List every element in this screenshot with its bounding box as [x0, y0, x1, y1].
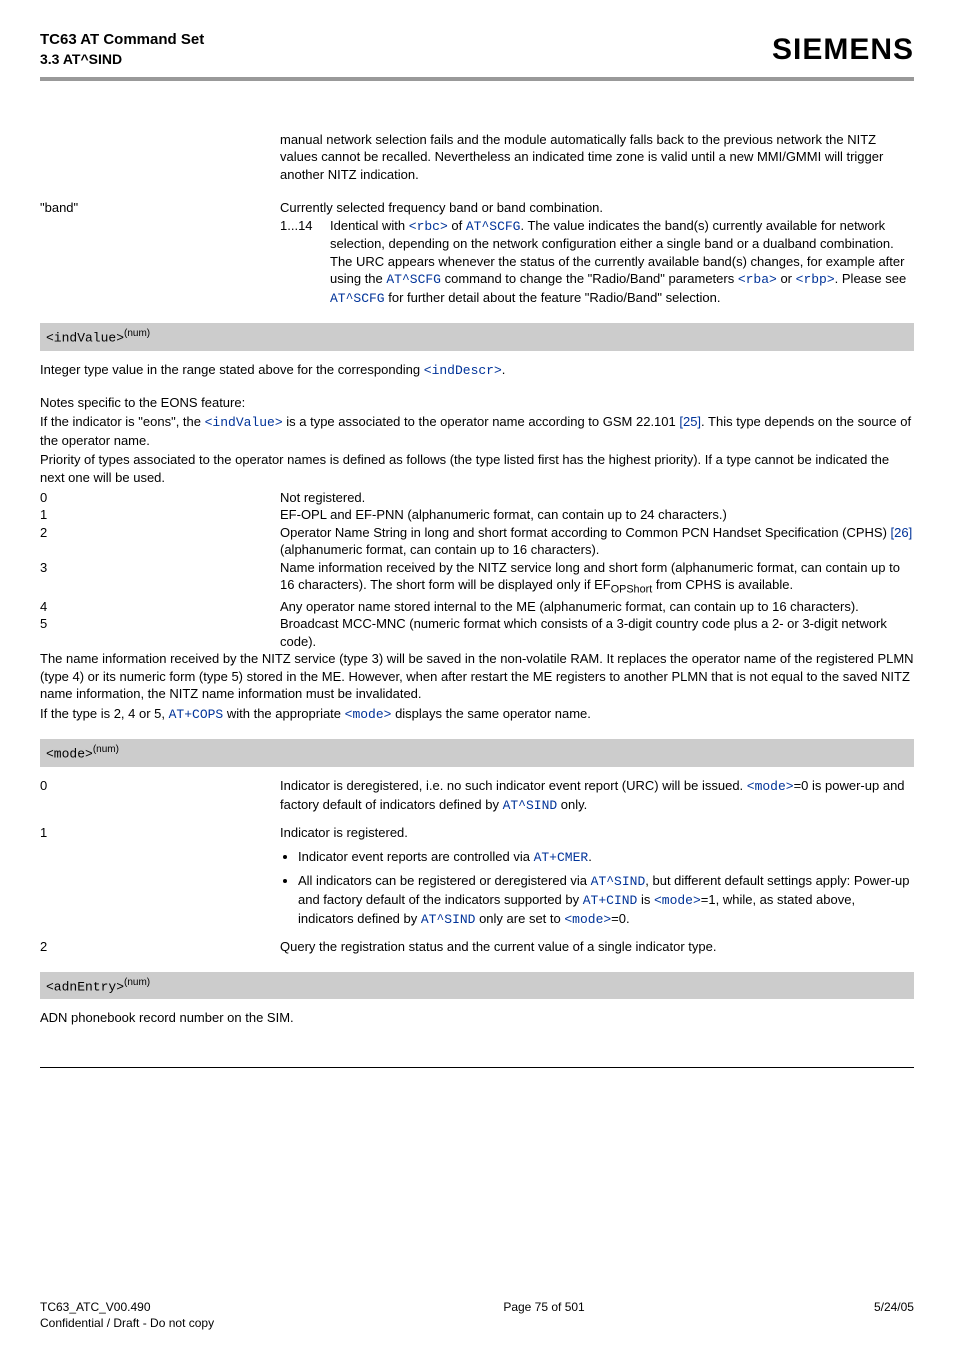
doc-title: TC63 AT Command Set: [40, 30, 204, 50]
indvalue-line1: Integer type value in the range stated a…: [40, 361, 914, 380]
atscfg-link[interactable]: AT^SCFG: [466, 219, 521, 234]
atsind-link-3[interactable]: AT^SIND: [421, 912, 476, 927]
doc-subtitle: 3.3 AT^SIND: [40, 50, 204, 69]
mode-0-moderef[interactable]: <mode>: [747, 779, 794, 794]
type-1-num: 1: [40, 506, 280, 524]
atcops-link[interactable]: AT+COPS: [169, 707, 224, 722]
header-divider: [40, 77, 914, 81]
band-range: 1...14: [280, 217, 330, 308]
adnentry-desc: ADN phonebook record number on the SIM.: [40, 1009, 914, 1027]
type-2-num: 2: [40, 524, 280, 559]
mode-0-desc: Indicator is deregistered, i.e. no such …: [280, 777, 914, 814]
footer-date: 5/24/05: [874, 1299, 914, 1331]
mode-2-desc: Query the registration status and the cu…: [280, 938, 914, 956]
type-2-desc: Operator Name String in long and short f…: [280, 524, 914, 559]
footer-doc-id: TC63_ATC_V00.490: [40, 1299, 214, 1315]
type-last-line: If the type is 2, 4 or 5, AT+COPS with t…: [40, 705, 914, 724]
rbc-param[interactable]: <rbc>: [409, 219, 448, 234]
ref-25[interactable]: [25]: [679, 414, 701, 429]
nitz-after-text: The name information received by the NIT…: [40, 650, 914, 703]
indvalue-ref[interactable]: <indValue>: [205, 415, 283, 430]
siemens-logo: SIEMENS: [772, 30, 914, 71]
mode-header: <mode>(num): [40, 739, 914, 767]
footer-divider: [40, 1067, 914, 1068]
footer-page: Page 75 of 501: [503, 1299, 584, 1331]
atcmer-link[interactable]: AT+CMER: [534, 850, 589, 865]
footer-confidential: Confidential / Draft - Do not copy: [40, 1315, 214, 1331]
type-3-desc: Name information received by the NITZ se…: [280, 559, 914, 598]
type-4-desc: Any operator name stored internal to the…: [280, 598, 914, 616]
atscfg-link-2[interactable]: AT^SCFG: [386, 272, 441, 287]
mode-1-bullet-1: Indicator event reports are controlled v…: [298, 848, 914, 867]
mode-ref-2[interactable]: <mode>: [654, 893, 701, 908]
intro-paragraph: manual network selection fails and the m…: [280, 131, 914, 184]
inddescr-link[interactable]: <indDescr>: [424, 363, 502, 378]
band-description: Identical with <rbc> of AT^SCFG. The val…: [330, 217, 914, 308]
type-1-desc: EF-OPL and EF-PNN (alphanumeric format, …: [280, 506, 914, 524]
atsind-link-2[interactable]: AT^SIND: [591, 874, 646, 889]
mode-2-num: 2: [40, 938, 280, 956]
adnentry-header: <adnEntry>(num): [40, 972, 914, 1000]
mode-1-bullet-2: All indicators can be registered or dere…: [298, 872, 914, 928]
rba-param[interactable]: <rba>: [738, 272, 777, 287]
mode-1-desc: Indicator is registered.: [280, 824, 914, 842]
ref-26[interactable]: [26]: [891, 525, 913, 540]
mode-1-num: 1: [40, 824, 280, 842]
band-label: "band": [40, 199, 280, 307]
type-3-num: 3: [40, 559, 280, 598]
type-5-num: 5: [40, 615, 280, 650]
eons-notes-heading: Notes specific to the EONS feature:: [40, 394, 914, 412]
type-0-num: 0: [40, 489, 280, 507]
eons-notes: If the indicator is "eons", the <indValu…: [40, 413, 914, 449]
indvalue-header: <indValue>(num): [40, 323, 914, 351]
rbp-param[interactable]: <rbp>: [796, 272, 835, 287]
mode-0-num: 0: [40, 777, 280, 814]
priority-text: Priority of types associated to the oper…: [40, 451, 914, 486]
mode-ref-3[interactable]: <mode>: [564, 912, 611, 927]
mode-ref[interactable]: <mode>: [345, 707, 392, 722]
atsind-link[interactable]: AT^SIND: [503, 798, 558, 813]
band-line1: Currently selected frequency band or ban…: [280, 199, 914, 217]
type-4-num: 4: [40, 598, 280, 616]
type-5-desc: Broadcast MCC-MNC (numeric format which …: [280, 615, 914, 650]
atcind-link[interactable]: AT+CIND: [583, 893, 638, 908]
atscfg-link-3[interactable]: AT^SCFG: [330, 291, 385, 306]
type-0-desc: Not registered.: [280, 489, 914, 507]
